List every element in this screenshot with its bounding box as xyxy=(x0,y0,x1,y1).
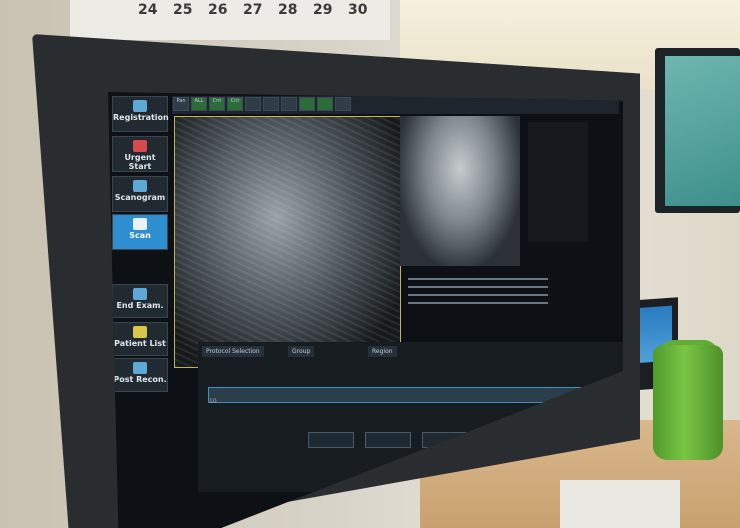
recon-icon xyxy=(133,362,147,374)
wall-calendar: 24 25 26 27 28 29 30 xyxy=(70,0,390,40)
sidebar-item-label: Scanogram xyxy=(114,193,166,202)
calendar-date: 30 xyxy=(348,2,368,18)
sidebar-item-label: Registration xyxy=(113,113,169,122)
scan-icon xyxy=(133,218,147,230)
background-monitor xyxy=(655,48,740,213)
sidebar-item-scan[interactable]: Scan xyxy=(112,214,168,250)
row-number: 10 xyxy=(209,398,217,405)
desk-paper xyxy=(560,480,680,528)
control-button[interactable] xyxy=(308,432,354,448)
urgent-icon xyxy=(133,140,147,152)
background-monitor-screen xyxy=(665,56,740,206)
toolbar-button[interactable] xyxy=(263,97,279,111)
control-button[interactable] xyxy=(365,432,412,448)
tab-protocol-selection[interactable]: Protocol Selection xyxy=(202,346,264,357)
calendar-date: 24 xyxy=(138,2,158,18)
tab-group[interactable]: Group xyxy=(288,346,315,357)
green-shaker-bottle xyxy=(653,345,723,460)
frontal-scanogram-image xyxy=(400,116,520,266)
scan-info-text xyxy=(408,272,608,342)
sidebar-item-label: End Exam. xyxy=(116,301,164,310)
sidebar-item-scanogram[interactable]: Scanogram xyxy=(112,176,168,212)
toolbar-button[interactable] xyxy=(299,97,315,111)
toolbar-button[interactable] xyxy=(281,97,297,111)
toolbar-button[interactable] xyxy=(335,97,351,111)
photo-scene: 24 25 26 27 28 29 30 Pan ALL Cnt Cnt Reg… xyxy=(0,0,740,528)
calendar-date: 26 xyxy=(208,2,228,18)
empty-viewport xyxy=(528,122,588,242)
sidebar-item-label: Post Recon. xyxy=(113,375,167,384)
sidebar-item-label: Scan xyxy=(129,231,151,240)
toolbar-button[interactable] xyxy=(245,97,261,111)
workflow-sidebar: Registration Urgent Start Scanogram Scan… xyxy=(112,96,172,526)
sidebar-item-label: Patient List xyxy=(114,339,166,348)
scanogram-icon xyxy=(133,180,147,192)
tab-region[interactable]: Region xyxy=(368,346,397,357)
sidebar-item-registration[interactable]: Registration xyxy=(112,96,169,132)
calendar-date: 27 xyxy=(243,2,263,18)
toolbar-button[interactable]: Pan xyxy=(173,97,189,111)
sidebar-item-post-recon[interactable]: Post Recon. xyxy=(112,358,168,392)
calendar-date: 25 xyxy=(173,2,193,18)
sidebar-item-patient-list[interactable]: Patient List xyxy=(112,322,168,356)
calendar-date: 29 xyxy=(313,2,333,18)
end-exam-icon xyxy=(133,288,147,300)
list-icon xyxy=(133,326,147,338)
sidebar-item-urgent-start[interactable]: Urgent Start xyxy=(112,136,168,172)
lateral-scanogram-image xyxy=(174,116,401,368)
image-texture xyxy=(175,117,400,367)
sidebar-item-label: Urgent Start xyxy=(124,153,156,171)
toolbar-button[interactable]: Cnt xyxy=(209,97,225,111)
calendar-date: 28 xyxy=(278,2,298,18)
toolbar-button[interactable]: Cnt xyxy=(227,97,243,111)
toolbar-button[interactable]: ALL xyxy=(191,97,207,111)
person-icon xyxy=(133,100,147,112)
toolbar-button[interactable] xyxy=(317,97,333,111)
sidebar-item-end-exam[interactable]: End Exam. xyxy=(112,284,168,318)
